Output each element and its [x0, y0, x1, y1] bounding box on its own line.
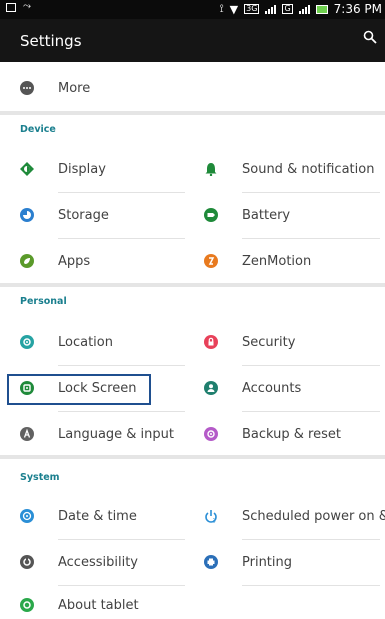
- settings-item-label: About tablet: [58, 597, 139, 613]
- settings-item-apps[interactable]: Apps: [20, 238, 185, 284]
- settings-item-label: ZenMotion: [242, 253, 312, 269]
- settings-item-label: Storage: [58, 207, 109, 223]
- clock-time: 7:36 PM: [333, 2, 382, 16]
- zenmotion-icon: [204, 254, 218, 268]
- power-schedule-icon: 3: [205, 510, 217, 524]
- settings-item-label: Location: [58, 334, 113, 350]
- settings-item-label: Printing: [242, 554, 293, 570]
- settings-item-storage[interactable]: Storage: [20, 192, 185, 238]
- storage-icon: [20, 208, 34, 222]
- settings-item-label: Display: [58, 161, 106, 177]
- lock-icon: [204, 335, 218, 349]
- settings-item-label: Apps: [58, 253, 91, 269]
- settings-item-language[interactable]: Language & input: [20, 411, 185, 457]
- settings-item-scheduled-power[interactable]: 3 Scheduled power on &..: [204, 493, 385, 539]
- settings-item-date-time[interactable]: Date & time: [20, 493, 185, 539]
- clock-icon: [20, 509, 34, 523]
- signal-icon: [265, 4, 277, 14]
- settings-item-printing[interactable]: Printing: [204, 539, 380, 585]
- settings-item-security[interactable]: Security: [204, 319, 380, 365]
- settings-item-display[interactable]: Display: [20, 146, 185, 192]
- wifi-icon: ▼: [229, 2, 239, 16]
- settings-item-label: Battery: [242, 207, 291, 223]
- section-divider: [0, 111, 385, 115]
- settings-item-label: Backup & reset: [242, 426, 341, 442]
- section-title-device: Device: [20, 124, 56, 135]
- section-divider: [0, 283, 385, 287]
- display-icon: [20, 162, 34, 176]
- settings-item-label: Scheduled power on &..: [242, 508, 385, 524]
- section-title-personal: Personal: [20, 296, 67, 307]
- settings-item-label: Accessibility: [58, 554, 138, 570]
- language-icon: [20, 427, 34, 441]
- settings-item-zenmotion[interactable]: ZenMotion: [204, 238, 380, 284]
- backup-icon: [204, 427, 218, 441]
- settings-item-label: Security: [242, 334, 296, 350]
- settings-item-label: Language & input: [58, 426, 174, 442]
- printer-icon: [204, 555, 218, 569]
- location-icon: [20, 335, 34, 349]
- network-type-badge-2: G: [282, 4, 293, 14]
- settings-item-label: More: [58, 80, 91, 96]
- apps-icon: [20, 254, 34, 268]
- usb-icon: ⤳: [23, 1, 31, 12]
- focus-highlight-box: [7, 374, 151, 405]
- settings-item-backup[interactable]: Backup & reset: [204, 411, 380, 457]
- settings-item-battery[interactable]: Battery: [204, 192, 380, 238]
- settings-item-label: Sound & notification: [242, 161, 375, 177]
- settings-item-accessibility[interactable]: Accessibility: [20, 539, 185, 585]
- settings-item-accounts[interactable]: Accounts: [204, 365, 380, 411]
- settings-item-label: Accounts: [242, 380, 302, 396]
- svg-text:3: 3: [213, 519, 216, 524]
- account-icon: [204, 381, 218, 395]
- app-bar: Settings: [0, 19, 385, 62]
- more-icon: [20, 81, 34, 95]
- page-title: Settings: [20, 32, 82, 50]
- settings-item-about-tablet[interactable]: About tablet: [20, 585, 185, 619]
- settings-item-more[interactable]: More: [20, 65, 380, 111]
- accessibility-icon: [20, 555, 34, 569]
- info-icon: [20, 598, 34, 612]
- section-title-system: System: [20, 472, 60, 483]
- vibrate-icon: ⟟: [219, 2, 224, 15]
- row-divider: [242, 585, 380, 586]
- settings-item-label: Date & time: [58, 508, 137, 524]
- battery-icon: [204, 208, 218, 222]
- bell-icon: [205, 163, 217, 176]
- network-type-badge: 3G: [244, 4, 260, 14]
- settings-item-location[interactable]: Location: [20, 319, 185, 365]
- battery-icon: [315, 4, 328, 14]
- screenshot-icon: [6, 2, 16, 12]
- settings-item-sound[interactable]: Sound & notification: [204, 146, 380, 192]
- section-divider: [0, 455, 385, 459]
- status-bar: ⤳ ⟟ ▼ 3G G 7:36 PM: [0, 0, 385, 19]
- search-icon[interactable]: [363, 30, 377, 44]
- signal-icon-2: [298, 4, 310, 14]
